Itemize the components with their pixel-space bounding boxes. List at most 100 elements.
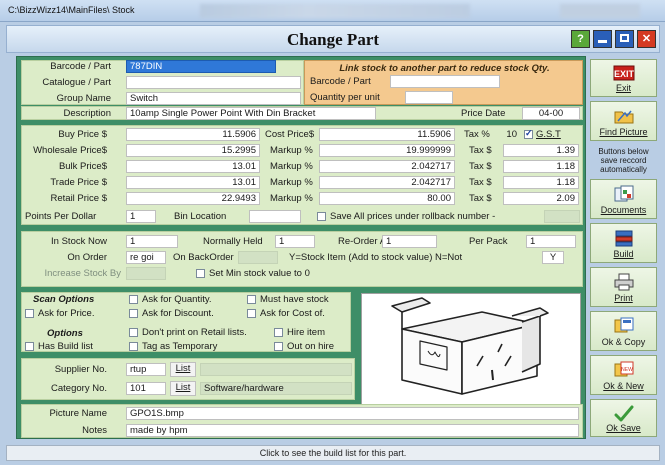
documents-button[interactable]: Documents <box>590 179 657 219</box>
description-input[interactable]: 10amp Single Power Point With Din Bracke… <box>126 107 376 120</box>
trade-price-input[interactable]: 13.01 <box>126 176 260 189</box>
retail-price-input[interactable]: 22.9493 <box>126 192 260 205</box>
maximize-button[interactable] <box>615 30 634 48</box>
description-label: Description <box>63 108 111 119</box>
must-have-stock-checkbox[interactable] <box>247 295 256 304</box>
form-title: Change Part <box>286 30 380 49</box>
exit-button[interactable]: EXIT Exit <box>590 59 657 97</box>
status-bar[interactable]: Click to see the build list for this par… <box>6 445 660 461</box>
build-icon <box>615 230 632 247</box>
window-titlebar: C:\BizzWizz14\MainFiles\ Stock <box>0 0 665 22</box>
tax-bulk-input[interactable]: 1.18 <box>503 160 579 173</box>
per-pack-input[interactable]: 1 <box>526 235 576 248</box>
options-heading: Options <box>47 328 83 339</box>
ok-copy-button[interactable]: Ok & Copy <box>590 311 657 351</box>
documents-label: Documents <box>600 205 647 215</box>
tax-pct-input[interactable]: 10 <box>495 128 521 141</box>
print-button[interactable]: Print <box>590 267 657 307</box>
reorder-at-input[interactable]: 1 <box>382 235 437 248</box>
normally-held-label: Normally Held <box>203 236 263 247</box>
checkmark-icon <box>614 405 633 422</box>
help-button[interactable]: ? <box>571 30 590 48</box>
ok-save-button[interactable]: Ok Save <box>590 399 657 437</box>
tax-wholesale-input[interactable]: 1.39 <box>503 144 579 157</box>
price-date-input[interactable]: 04-00 <box>522 107 580 120</box>
category-input[interactable]: 101 <box>126 382 166 395</box>
catalogue-label: Catalogue / Part <box>42 77 111 88</box>
part-picture[interactable] <box>361 293 581 412</box>
window-path: C:\BizzWizz14\MainFiles\ Stock <box>8 5 135 15</box>
bulk-price-label: Bulk Price$ <box>58 161 107 172</box>
ok-new-button[interactable]: NEW Ok & New <box>590 355 657 395</box>
link-qty-label: Quantity per unit <box>310 92 380 103</box>
supplier-list-button[interactable]: List <box>170 362 196 377</box>
has-build-list-checkbox[interactable] <box>25 342 34 351</box>
cost-price-input[interactable]: 11.5906 <box>319 128 455 141</box>
group-input[interactable]: Switch <box>126 92 301 105</box>
set-min-stock-checkbox[interactable] <box>196 269 205 278</box>
ask-quantity-label: Ask for Quantity. <box>142 294 212 305</box>
save-all-prices-checkbox[interactable] <box>317 212 326 221</box>
link-barcode-input[interactable] <box>390 75 500 88</box>
category-list-button[interactable]: List <box>170 381 196 396</box>
in-stock-input[interactable]: 1 <box>126 235 178 248</box>
blurred-title-text <box>200 4 470 18</box>
picture-name-input[interactable]: GPO1S.bmp <box>126 407 579 420</box>
increase-stock-input[interactable] <box>126 267 166 280</box>
buy-price-input[interactable]: 11.5906 <box>126 128 260 141</box>
normally-held-input[interactable]: 1 <box>275 235 315 248</box>
find-picture-button[interactable]: Find Picture <box>590 101 657 141</box>
tag-temporary-checkbox[interactable] <box>129 342 138 351</box>
must-have-stock-label: Must have stock <box>260 294 329 305</box>
notes-input[interactable]: made by hpm <box>126 424 579 437</box>
ok-save-label: Ok Save <box>606 423 641 433</box>
bulk-price-input[interactable]: 13.01 <box>126 160 260 173</box>
stock-item-input[interactable]: Y <box>542 251 564 264</box>
ask-cost-checkbox[interactable] <box>247 309 256 318</box>
part-form: Link stock to another part to reduce sto… <box>16 56 586 439</box>
rollback-number-input[interactable] <box>544 210 580 223</box>
catalogue-input[interactable] <box>126 76 301 89</box>
form-header: Change Part ? ✕ <box>6 25 660 53</box>
on-order-input[interactable]: re goi <box>126 251 166 264</box>
out-on-hire-checkbox[interactable] <box>274 342 283 351</box>
barcode-label: Barcode / Part <box>50 61 111 72</box>
power-point-image <box>391 297 549 395</box>
on-backorder-label: On BackOrder <box>173 252 234 263</box>
markup-trade-input[interactable]: 2.042717 <box>319 176 455 189</box>
gst-label: G.S.T <box>536 129 561 140</box>
ok-copy-label: Ok & Copy <box>601 337 646 347</box>
svg-text:EXIT: EXIT <box>613 69 634 79</box>
link-qty-input[interactable] <box>405 91 453 104</box>
ask-discount-checkbox[interactable] <box>129 309 138 318</box>
wholesale-price-label: Wholesale Price$ <box>33 145 107 156</box>
markup-wholesale-input[interactable]: 19.999999 <box>319 144 455 157</box>
new-record-icon: NEW <box>614 361 633 377</box>
points-input[interactable]: 1 <box>126 210 156 223</box>
tag-temporary-label: Tag as Temporary <box>142 341 218 352</box>
on-backorder-input[interactable] <box>238 251 278 264</box>
blurred-title-button <box>560 4 640 18</box>
tax-retail-input[interactable]: 2.09 <box>503 192 579 205</box>
minimize-button[interactable] <box>593 30 612 48</box>
tax-bulk-label: Tax $ <box>469 161 492 172</box>
tax-trade-input[interactable]: 1.18 <box>503 176 579 189</box>
supplier-input[interactable]: rtup <box>126 363 166 376</box>
price-date-label: Price Date <box>461 108 506 119</box>
markup-retail-input[interactable]: 80.00 <box>319 192 455 205</box>
action-sidebar: EXIT Exit Find Picture Buttons below sav… <box>587 56 660 439</box>
supplier-label: Supplier No. <box>54 364 107 375</box>
barcode-input[interactable]: 787DIN <box>126 60 276 73</box>
ask-quantity-checkbox[interactable] <box>129 295 138 304</box>
build-button[interactable]: Build <box>590 223 657 263</box>
wholesale-price-input[interactable]: 15.2995 <box>126 144 260 157</box>
dont-print-retail-checkbox[interactable] <box>129 328 138 337</box>
gst-checkbox[interactable] <box>524 128 533 139</box>
markup-bulk-input[interactable]: 2.042717 <box>319 160 455 173</box>
ask-price-checkbox[interactable] <box>25 309 34 318</box>
hire-item-label: Hire item <box>287 327 326 338</box>
find-picture-label: Find Picture <box>599 127 648 137</box>
hire-item-checkbox[interactable] <box>274 328 283 337</box>
bin-location-input[interactable] <box>249 210 301 223</box>
close-button[interactable]: ✕ <box>637 30 656 48</box>
